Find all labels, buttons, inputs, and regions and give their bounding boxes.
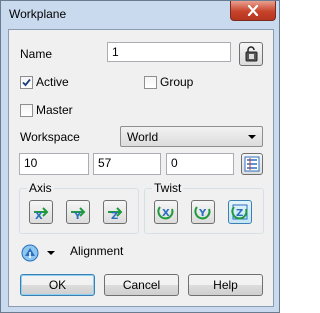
workspace-selected: World <box>127 130 159 144</box>
chevron-down-icon <box>248 135 256 139</box>
y-axis-arrow-icon: Y <box>71 207 86 221</box>
coordinate-entry-button[interactable] <box>241 153 263 175</box>
group-checkbox[interactable]: Group <box>144 75 193 89</box>
workplane-dialog: Workplane Name 1 Active Group Master Wor… <box>0 0 280 313</box>
close-button[interactable] <box>230 1 276 21</box>
x-axis-arrow-icon: X <box>34 207 49 221</box>
z-coordinate-field[interactable]: 0 <box>166 153 234 175</box>
active-label: Active <box>36 75 69 89</box>
group-checkbox-box[interactable] <box>144 75 157 89</box>
svg-text:Y: Y <box>73 211 82 221</box>
z-axis-arrow-icon: Z <box>108 207 123 221</box>
name-picker-button[interactable] <box>239 42 263 66</box>
twist-x-icon: X <box>157 206 174 220</box>
axis-z-button[interactable]: Z <box>103 200 127 224</box>
twist-group-label: Twist <box>152 181 184 195</box>
name-label: Name <box>20 47 53 61</box>
active-checkbox[interactable]: Active <box>20 75 69 89</box>
active-checkbox-box[interactable] <box>20 75 33 89</box>
svg-text:Z: Z <box>111 211 118 221</box>
alignment-label: Alignment <box>70 244 124 258</box>
master-checkbox-box[interactable] <box>20 103 33 117</box>
master-checkbox[interactable]: Master <box>20 103 73 117</box>
svg-text:Z: Z <box>236 208 243 219</box>
lock-pad-icon <box>245 46 258 62</box>
axis-y-button[interactable]: Y <box>66 200 90 224</box>
svg-text:X: X <box>35 211 43 221</box>
alignment-dropdown[interactable] <box>19 240 65 266</box>
twist-z-icon: Z <box>231 204 248 220</box>
group-label: Group <box>160 75 194 89</box>
svg-text:X: X <box>162 208 170 219</box>
workspace-label: Workspace <box>20 130 80 144</box>
help-button[interactable]: Help <box>188 274 263 296</box>
alignment-icon <box>21 244 39 262</box>
axis-group-label: Axis <box>27 181 54 195</box>
close-icon <box>247 5 259 16</box>
twist-x-button[interactable]: X <box>154 200 178 224</box>
axis-x-button[interactable]: X <box>29 200 53 224</box>
twist-z-button[interactable]: Z <box>228 200 252 224</box>
master-label: Master <box>36 103 73 117</box>
window-title: Workplane <box>9 7 67 21</box>
chevron-down-icon <box>47 251 55 255</box>
title-bar[interactable]: Workplane <box>1 1 279 29</box>
twist-y-button[interactable]: Y <box>191 200 215 224</box>
ok-button[interactable]: OK <box>20 274 95 296</box>
cancel-button[interactable]: Cancel <box>104 274 179 296</box>
list-grid-icon <box>244 156 260 172</box>
name-field[interactable]: 1 <box>107 42 231 62</box>
x-coordinate-field[interactable]: 10 <box>19 153 89 175</box>
workspace-dropdown[interactable]: World <box>120 126 263 147</box>
twist-y-icon: Y <box>194 206 211 220</box>
svg-text:Y: Y <box>198 208 207 219</box>
dialog-body: Name 1 Active Group Master Workspace Wor… <box>8 29 274 307</box>
checkmark-icon <box>22 78 31 86</box>
y-coordinate-field[interactable]: 57 <box>93 153 161 175</box>
